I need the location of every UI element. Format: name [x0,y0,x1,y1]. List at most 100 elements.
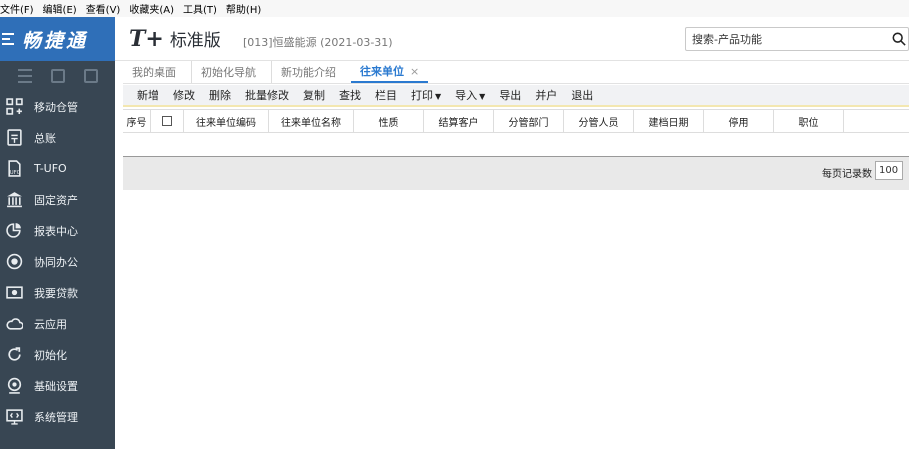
menu-file[interactable]: 文件(F) [0,1,39,16]
refresh-icon [6,346,23,363]
search-doc-icon[interactable] [50,69,65,83]
col-position[interactable]: 职位 [774,110,844,132]
batch-edit-button[interactable]: 批量修改 [245,87,289,103]
sidebar-item-label: 我要贷款 [34,286,78,300]
export-button[interactable]: 导出 [499,87,521,103]
col-staff[interactable]: 分管人员 [564,110,634,132]
tab-strip: 我的桌面 初始化导航 新功能介绍 往来单位 × [123,61,909,84]
columns-button[interactable]: 栏目 [375,87,397,103]
chevron-down-icon: ▼ [479,92,486,101]
edition-label: 标准版 [169,31,221,51]
brand-name: 畅捷通 [22,29,89,52]
sidebar-item-label: 报表中心 [34,224,78,238]
brand-bar: 畅捷通 [0,17,115,61]
menu-view[interactable]: 查看(V) [86,1,126,16]
sidebar-item-collaboration[interactable]: 协同办公 [0,246,115,277]
col-select[interactable] [151,110,184,132]
settings-icon [6,377,23,394]
sidebar-nav: 移动仓管 总账 UFO T-UFO 固定资产 报表中心 协同办公 我要贷款 云应… [0,91,115,432]
col-partner-name[interactable]: 往来单位名称 [269,110,354,132]
pie-chart-icon [6,222,23,239]
sidebar-item-t-ufo[interactable]: UFO T-UFO [0,153,115,184]
sidebar-item-fixed-assets[interactable]: 固定资产 [0,184,115,215]
sidebar: 畅捷通 移动仓管 总账 UFO T-UFO 固定资产 报表中心 协同办公 我要贷… [0,17,115,449]
import-label: 导入 [455,89,478,102]
menu-help[interactable]: 帮助(H) [226,1,266,16]
list-icon[interactable] [17,69,32,83]
delete-button[interactable]: 删除 [209,87,231,103]
pager-bar: 每页记录数 100 [123,157,909,190]
ledger-icon [6,129,23,146]
sidebar-item-label: 移动仓管 [34,100,78,114]
money-icon [6,284,23,301]
content-gutter [115,61,123,449]
company-info: [013]恒盛能源 (2021-03-31) [243,36,393,49]
sidebar-item-basic-settings[interactable]: 基础设置 [0,370,115,401]
tab-partners-label: 往来单位 [360,65,404,78]
print-label: 打印 [411,89,433,102]
product-logo: T+ 标准版 [129,26,221,52]
edit-button[interactable]: 修改 [173,87,195,103]
app-header: T+ 标准版 [013]恒盛能源 (2021-03-31) 搜索-产品功能 [115,17,909,61]
add-doc-icon[interactable] [83,69,98,83]
import-button[interactable]: 导入 ▼ [455,87,485,103]
menu-edit[interactable]: 编辑(E) [43,1,82,16]
page-size-input[interactable]: 100 [875,161,903,180]
sidebar-item-initialize[interactable]: 初始化 [0,339,115,370]
sidebar-item-ledger[interactable]: 总账 [0,122,115,153]
sidebar-item-label: 协同办公 [34,255,78,269]
copy-button[interactable]: 复制 [303,87,325,103]
action-toolbar: 新增 修改 删除 批量修改 复制 查找 栏目 打印 ▼ 导入 ▼ 导出 并户 退出 [123,85,909,107]
sidebar-item-mobile-warehouse[interactable]: 移动仓管 [0,91,115,122]
sidebar-item-label: T-UFO [34,162,67,175]
app-window: { "menu": ["文件(F)", "编辑(E)", "查看(V)", "收… [0,0,909,449]
menu-toggle-icon[interactable] [2,33,14,45]
exit-button[interactable]: 退出 [571,87,593,103]
bank-icon [6,191,23,208]
tab-init-guide[interactable]: 初始化导航 [191,61,265,83]
print-button[interactable]: 打印 ▼ [411,87,441,103]
menu-tools[interactable]: 工具(T) [183,1,222,16]
monitor-code-icon [6,408,23,425]
find-button[interactable]: 查找 [339,87,361,103]
col-settle-customer[interactable]: 结算客户 [424,110,494,132]
sidebar-item-label: 系统管理 [34,410,78,424]
mobile-warehouse-icon [6,98,23,115]
table-body [123,133,909,157]
ufo-icon: UFO [6,160,23,177]
tab-my-desktop[interactable]: 我的桌面 [123,61,185,83]
logo-mark: T+ [129,26,164,52]
search-icon[interactable] [892,32,906,46]
sidebar-item-loan[interactable]: 我要贷款 [0,277,115,308]
tab-partners[interactable]: 往来单位 × [351,61,429,83]
table-header: 序号 往来单位编码 往来单位名称 性质 结算客户 分管部门 分管人员 建档日期 … [123,109,909,133]
page-size-label: 每页记录数 [822,169,872,180]
col-index[interactable]: 序号 [123,110,151,132]
col-created-date[interactable]: 建档日期 [634,110,704,132]
col-disabled[interactable]: 停用 [704,110,774,132]
collaboration-icon [6,253,23,270]
col-partner-code[interactable]: 往来单位编码 [184,110,269,132]
sidebar-item-label: 初始化 [34,348,67,362]
sidebar-item-label: 总账 [34,131,56,145]
sidebar-item-label: 云应用 [34,317,67,331]
col-nature[interactable]: 性质 [354,110,424,132]
menu-bar: 文件(F) 编辑(E) 查看(V) 收藏夹(A) 工具(T) 帮助(H) [0,0,909,17]
tab-new-features[interactable]: 新功能介绍 [271,61,345,83]
merge-button[interactable]: 并户 [535,87,557,103]
sidebar-item-report-center[interactable]: 报表中心 [0,215,115,246]
close-icon[interactable]: × [410,65,419,78]
search-placeholder: 搜索-产品功能 [692,33,762,46]
sidebar-item-system-management[interactable]: 系统管理 [0,401,115,432]
add-button[interactable]: 新增 [137,87,159,103]
select-all-checkbox[interactable] [162,116,172,126]
search-input[interactable]: 搜索-产品功能 [685,27,909,51]
menu-favorites[interactable]: 收藏夹(A) [129,1,179,16]
sidebar-tools [0,61,115,91]
sidebar-item-label: 基础设置 [34,379,78,393]
col-department[interactable]: 分管部门 [494,110,564,132]
sidebar-item-label: 固定资产 [34,193,78,207]
svg-text:UFO: UFO [10,170,21,176]
chevron-down-icon: ▼ [435,92,442,101]
sidebar-item-cloud-apps[interactable]: 云应用 [0,308,115,339]
